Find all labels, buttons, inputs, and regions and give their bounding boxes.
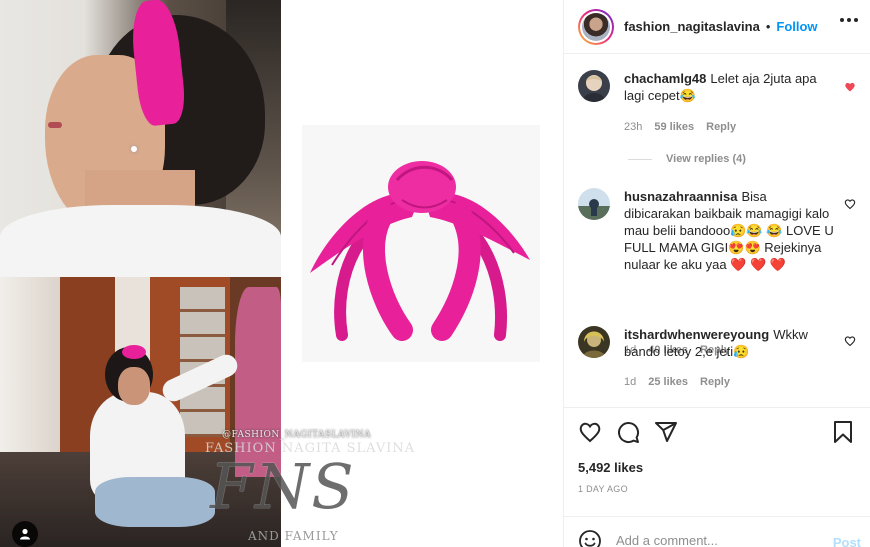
watermark-handle: @FASHION_NAGITASLAVINA xyxy=(222,430,372,440)
comment-text: husnazahraannisa Bisa dibicarakan baikbai… xyxy=(624,188,834,273)
comment-meta: 23h 59 likes Reply xyxy=(624,121,736,133)
view-replies-button[interactable]: View replies (4) xyxy=(628,153,746,165)
view-replies-label: View replies (4) xyxy=(666,153,746,165)
heart-outline-icon[interactable] xyxy=(844,198,856,210)
commenter-avatar[interactable] xyxy=(578,188,610,220)
comment-text: chachamlg48 Lelet aja 2juta apa lagi cepe… xyxy=(624,70,834,104)
product-headband-image xyxy=(302,125,540,362)
comment-text: itshardwhenwereyoung Wkkw bando letoy 2,e… xyxy=(624,326,834,360)
user-tag-icon xyxy=(20,528,30,540)
earring xyxy=(131,146,137,152)
reply-button[interactable]: Reply xyxy=(700,376,730,388)
comment-likes[interactable]: 25 likes xyxy=(648,376,688,388)
comments-panel: fashion_nagitaslavina • Follow chachamlg… xyxy=(563,0,870,547)
author-avatar[interactable] xyxy=(578,8,614,45)
post-media[interactable]: @FASHION_NAGITASLAVINA FASHION NAGITA SL… xyxy=(0,0,562,547)
post-comment-button[interactable]: Post xyxy=(833,535,861,547)
commenter-username[interactable]: itshardwhenwereyoung xyxy=(624,327,769,342)
user-tag-button[interactable] xyxy=(12,521,38,547)
author-username[interactable]: fashion_nagitaslavina xyxy=(624,19,760,34)
comment-list: chachamlg48 Lelet aja 2juta apa lagi cepe… xyxy=(564,55,870,407)
action-icons-row xyxy=(578,420,858,446)
watermark-logo: FNS xyxy=(210,450,356,523)
share-icon[interactable] xyxy=(654,420,678,444)
commenter-avatar[interactable] xyxy=(578,326,610,358)
comment-input[interactable] xyxy=(616,533,816,547)
comment-composer: Post xyxy=(564,516,870,547)
watermark-family: AND FAMILY xyxy=(248,529,339,543)
commenter-username[interactable]: husnazahraannisa xyxy=(624,189,737,204)
more-options-icon[interactable] xyxy=(840,18,858,22)
headband-illustration xyxy=(310,161,530,341)
heart-icon[interactable] xyxy=(578,420,602,444)
emoji-icon[interactable] xyxy=(578,529,602,547)
commenter-avatar[interactable] xyxy=(578,70,610,102)
likes-count[interactable]: 5,492 likes xyxy=(578,460,643,475)
commenter-username[interactable]: chachamlg48 xyxy=(624,71,706,86)
post-actions: 5,492 likes 1 DAY AGO Post xyxy=(564,407,870,547)
bookmark-icon[interactable] xyxy=(831,420,855,444)
comment-time[interactable]: 23h xyxy=(624,121,642,133)
heart-icon[interactable] xyxy=(844,81,856,93)
photo-profile-headband xyxy=(0,0,281,277)
post-date[interactable]: 1 DAY AGO xyxy=(578,484,628,494)
comment-meta: 1d 25 likes Reply xyxy=(624,376,730,388)
comment-icon[interactable] xyxy=(616,420,640,444)
reply-button[interactable]: Reply xyxy=(706,121,736,133)
comment-time[interactable]: 1d xyxy=(624,376,636,388)
post-header: fashion_nagitaslavina • Follow xyxy=(564,0,870,54)
heart-outline-icon[interactable] xyxy=(844,335,856,347)
header-separator: • xyxy=(765,19,771,34)
follow-button[interactable]: Follow xyxy=(776,19,817,34)
comment-likes[interactable]: 59 likes xyxy=(654,121,694,133)
